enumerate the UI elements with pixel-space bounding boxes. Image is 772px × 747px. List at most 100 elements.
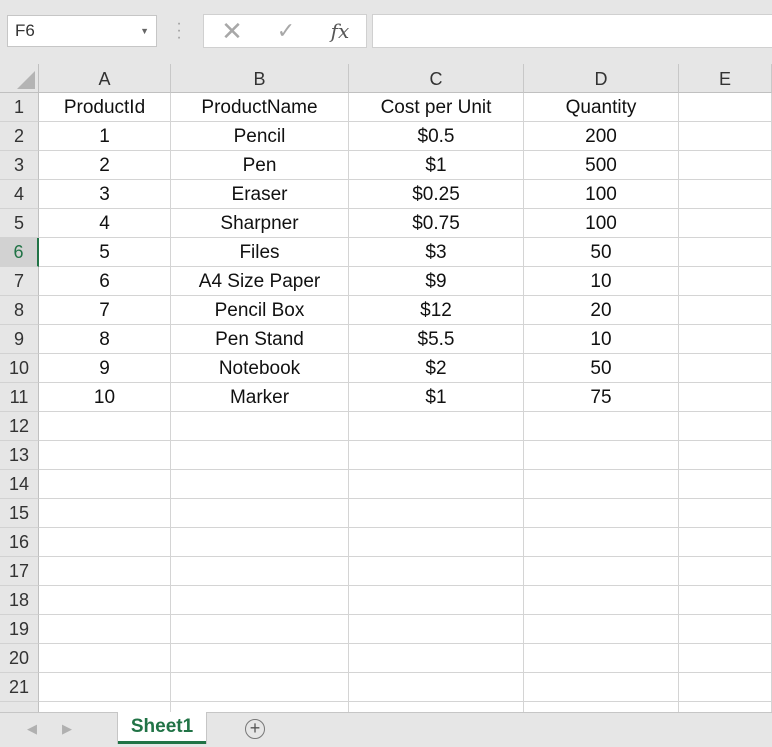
- row-header-11[interactable]: 11: [0, 383, 39, 412]
- cell-b13[interactable]: [171, 441, 349, 470]
- cell-b19[interactable]: [171, 615, 349, 644]
- plus-circle-icon[interactable]: +: [245, 719, 265, 739]
- cell-c19[interactable]: [349, 615, 524, 644]
- cell-c21[interactable]: [349, 673, 524, 702]
- cell-c17[interactable]: [349, 557, 524, 586]
- row-header-16[interactable]: 16: [0, 528, 39, 557]
- cell-a17[interactable]: [39, 557, 171, 586]
- cell-d21[interactable]: [524, 673, 679, 702]
- cell-c16[interactable]: [349, 528, 524, 557]
- cell-c7[interactable]: $9: [349, 267, 524, 296]
- cell-d22[interactable]: [524, 702, 679, 712]
- cell-a5[interactable]: 4: [39, 209, 171, 238]
- cell-c1[interactable]: Cost per Unit: [349, 93, 524, 122]
- row-header-14[interactable]: 14: [0, 470, 39, 499]
- cell-d6[interactable]: 50: [524, 238, 679, 267]
- formula-input[interactable]: [372, 14, 772, 48]
- cell-c10[interactable]: $2: [349, 354, 524, 383]
- cell-b20[interactable]: [171, 644, 349, 673]
- cell-e15[interactable]: [679, 499, 772, 528]
- column-header-b[interactable]: B: [171, 64, 349, 93]
- row-header-6[interactable]: 6: [0, 238, 39, 267]
- row-header-15[interactable]: 15: [0, 499, 39, 528]
- cell-c6[interactable]: $3: [349, 238, 524, 267]
- cell-a11[interactable]: 10: [39, 383, 171, 412]
- fx-icon[interactable]: fx: [326, 15, 354, 47]
- cell-c11[interactable]: $1: [349, 383, 524, 412]
- row-header-12[interactable]: 12: [0, 412, 39, 441]
- cell-b9[interactable]: Pen Stand: [171, 325, 349, 354]
- cell-d9[interactable]: 10: [524, 325, 679, 354]
- cell-e7[interactable]: [679, 267, 772, 296]
- cell-d18[interactable]: [524, 586, 679, 615]
- cell-e9[interactable]: [679, 325, 772, 354]
- cell-e4[interactable]: [679, 180, 772, 209]
- cell-e12[interactable]: [679, 412, 772, 441]
- row-header-8[interactable]: 8: [0, 296, 39, 325]
- cell-c9[interactable]: $5.5: [349, 325, 524, 354]
- row-header-20[interactable]: 20: [0, 644, 39, 673]
- chevron-right-icon[interactable]: ▶: [62, 721, 72, 737]
- cell-c22[interactable]: [349, 702, 524, 712]
- cell-b7[interactable]: A4 Size Paper: [171, 267, 349, 296]
- cell-a21[interactable]: [39, 673, 171, 702]
- cell-a13[interactable]: [39, 441, 171, 470]
- cell-a6[interactable]: 5: [39, 238, 171, 267]
- cell-e16[interactable]: [679, 528, 772, 557]
- cell-a7[interactable]: 6: [39, 267, 171, 296]
- cell-b17[interactable]: [171, 557, 349, 586]
- cell-e20[interactable]: [679, 644, 772, 673]
- cell-d13[interactable]: [524, 441, 679, 470]
- cell-d4[interactable]: 100: [524, 180, 679, 209]
- cell-d10[interactable]: 50: [524, 354, 679, 383]
- cell-b21[interactable]: [171, 673, 349, 702]
- row-header-3[interactable]: 3: [0, 151, 39, 180]
- cell-c20[interactable]: [349, 644, 524, 673]
- cell-d8[interactable]: 20: [524, 296, 679, 325]
- cell-b18[interactable]: [171, 586, 349, 615]
- cell-d14[interactable]: [524, 470, 679, 499]
- cell-a8[interactable]: 7: [39, 296, 171, 325]
- cell-d5[interactable]: 100: [524, 209, 679, 238]
- cell-c5[interactable]: $0.75: [349, 209, 524, 238]
- cell-b14[interactable]: [171, 470, 349, 499]
- row-header-10[interactable]: 10: [0, 354, 39, 383]
- cell-a12[interactable]: [39, 412, 171, 441]
- row-header-4[interactable]: 4: [0, 180, 39, 209]
- column-header-d[interactable]: D: [524, 64, 679, 93]
- cell-b15[interactable]: [171, 499, 349, 528]
- row-header-13[interactable]: 13: [0, 441, 39, 470]
- cell-d7[interactable]: 10: [524, 267, 679, 296]
- cell-c15[interactable]: [349, 499, 524, 528]
- row-header-7[interactable]: 7: [0, 267, 39, 296]
- cell-a18[interactable]: [39, 586, 171, 615]
- cell-b12[interactable]: [171, 412, 349, 441]
- cell-e3[interactable]: [679, 151, 772, 180]
- cell-a16[interactable]: [39, 528, 171, 557]
- cell-a22[interactable]: [39, 702, 171, 712]
- cell-d20[interactable]: [524, 644, 679, 673]
- row-header-2[interactable]: 2: [0, 122, 39, 151]
- cell-e10[interactable]: [679, 354, 772, 383]
- cell-e11[interactable]: [679, 383, 772, 412]
- cell-a20[interactable]: [39, 644, 171, 673]
- cell-c8[interactable]: $12: [349, 296, 524, 325]
- cell-e14[interactable]: [679, 470, 772, 499]
- cell-e6[interactable]: [679, 238, 772, 267]
- cell-b8[interactable]: Pencil Box: [171, 296, 349, 325]
- cell-e13[interactable]: [679, 441, 772, 470]
- row-header-18[interactable]: 18: [0, 586, 39, 615]
- cell-d2[interactable]: 200: [524, 122, 679, 151]
- cell-d16[interactable]: [524, 528, 679, 557]
- row-header-1[interactable]: 1: [0, 93, 39, 122]
- cell-b5[interactable]: Sharpner: [171, 209, 349, 238]
- row-header-5[interactable]: 5: [0, 209, 39, 238]
- cell-e5[interactable]: [679, 209, 772, 238]
- cell-d12[interactable]: [524, 412, 679, 441]
- cell-a1[interactable]: ProductId: [39, 93, 171, 122]
- chevron-down-icon[interactable]: ▼: [140, 16, 149, 46]
- cell-c2[interactable]: $0.5: [349, 122, 524, 151]
- cell-b6[interactable]: Files: [171, 238, 349, 267]
- cell-c3[interactable]: $1: [349, 151, 524, 180]
- cell-a2[interactable]: 1: [39, 122, 171, 151]
